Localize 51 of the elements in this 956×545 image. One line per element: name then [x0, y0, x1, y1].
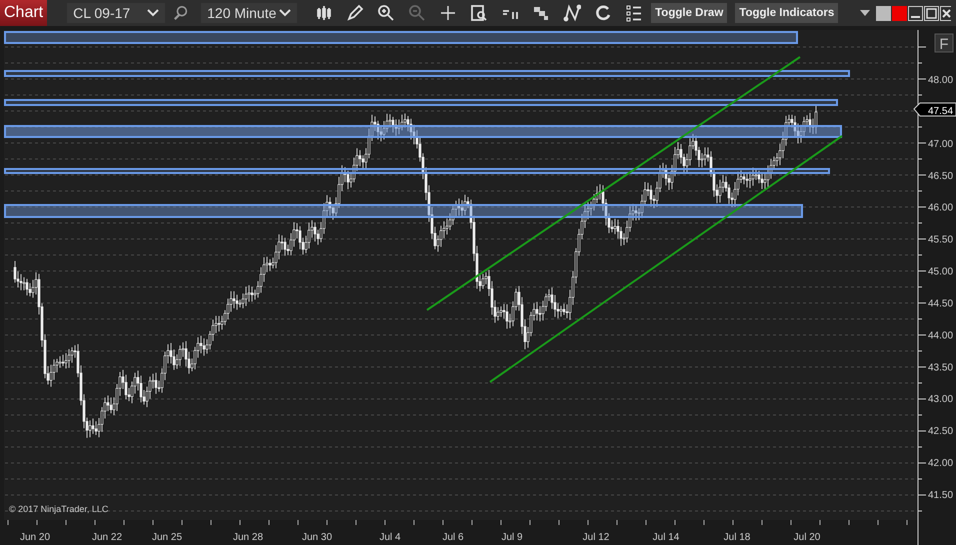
- f-button[interactable]: F: [934, 34, 954, 53]
- caret-icon[interactable]: [860, 10, 870, 16]
- date-label: Jul 9: [501, 532, 523, 543]
- zoom-out-icon[interactable]: [408, 4, 426, 22]
- maximize-icon[interactable]: [924, 6, 940, 20]
- date-label: Jun 20: [20, 532, 50, 543]
- price-label: 44.00: [928, 330, 954, 342]
- date-label: Jul 14: [652, 532, 680, 543]
- price-label: 41.50: [928, 490, 954, 501]
- interval-dropdown[interactable]: 120 Minute: [201, 3, 298, 23]
- candlestick-icon[interactable]: [315, 4, 334, 22]
- toggle-draw-button[interactable]: Toggle Draw: [651, 3, 728, 23]
- close-icon[interactable]: [940, 6, 952, 20]
- price-label: 43.50: [928, 362, 954, 374]
- search-icon[interactable]: [173, 4, 190, 22]
- date-label: Jul 12: [582, 532, 610, 543]
- date-label: Jun 30: [302, 532, 332, 543]
- caret-icon: [147, 9, 160, 17]
- toggle-indicators-button[interactable]: Toggle Indicators: [735, 3, 838, 23]
- price-label: 45.50: [928, 234, 954, 246]
- date-label: Jun 28: [232, 532, 264, 543]
- node-path-icon[interactable]: [563, 4, 582, 22]
- price-label: 42.50: [928, 426, 954, 438]
- chart-title-button[interactable]: Chart: [0, 0, 48, 26]
- minimize-icon[interactable]: [908, 6, 924, 20]
- price-label: 45.00: [928, 266, 954, 278]
- price-label: 46.50: [928, 170, 954, 182]
- date-label: Jul 18: [724, 532, 750, 543]
- date-label: Jul 4: [379, 532, 401, 543]
- caret-icon: [279, 9, 292, 17]
- price-marker: 47.54: [913, 102, 956, 117]
- date-label: Jun 22: [92, 532, 122, 543]
- date-label: Jul 6: [442, 532, 464, 543]
- data-box-icon[interactable]: [470, 4, 488, 22]
- price-label: 46.00: [928, 202, 954, 214]
- instrument-dropdown[interactable]: CL 09-17: [67, 3, 166, 23]
- price-label: 47.00: [928, 138, 954, 150]
- copyright-text: © 2017 NinjaTrader, LLC: [9, 504, 108, 514]
- pencil-icon[interactable]: [346, 4, 364, 22]
- price-label: 42.00: [928, 458, 954, 469]
- crosshair-icon[interactable]: [439, 4, 458, 22]
- list-icon[interactable]: [625, 4, 644, 22]
- price-label: 48.00: [928, 75, 954, 86]
- zoom-in-icon[interactable]: [377, 4, 396, 22]
- price-label: 43.00: [928, 394, 954, 406]
- price-label: 44.50: [928, 298, 954, 310]
- swatch-button[interactable]: [876, 6, 892, 20]
- date-label: Jun 25: [152, 532, 182, 543]
- refresh-icon[interactable]: [594, 4, 612, 22]
- squares-icon[interactable]: [532, 4, 550, 22]
- date-label: Jul 20: [794, 532, 820, 543]
